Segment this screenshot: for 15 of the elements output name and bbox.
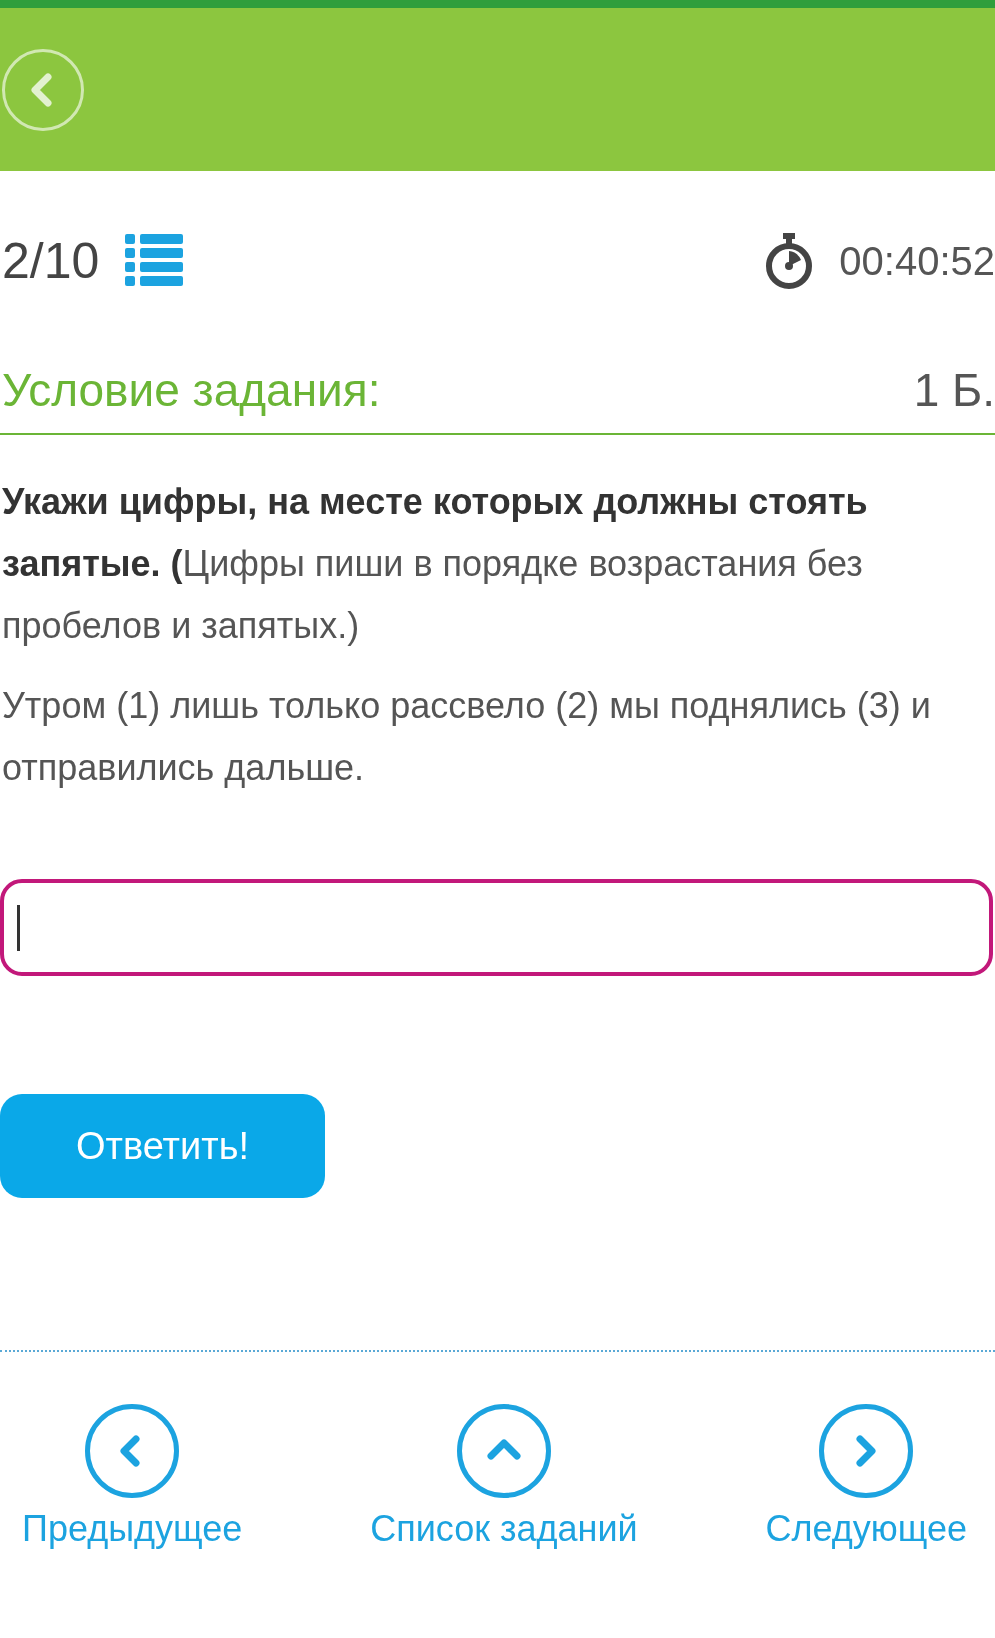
stopwatch-icon — [765, 233, 814, 289]
back-button[interactable] — [2, 48, 84, 131]
points-label: 1 Б. — [913, 363, 995, 417]
list-icon[interactable] — [125, 234, 184, 288]
answer-field[interactable] — [0, 879, 993, 976]
task-heading: Условие задания: — [2, 363, 381, 417]
task-sentence: Утром (1) лишь только рассвело (2) мы поднялись (3) и отправились дальше. — [2, 684, 932, 790]
nav-link[interactable]: Предыдущее — [22, 1508, 243, 1550]
text-cursor-icon — [17, 905, 20, 951]
submit-button[interactable]: Ответить! — [0, 1094, 325, 1198]
timer-text: 00:40:52 — [839, 238, 995, 284]
task-instruction: Укажи цифры, на месте которых должны стоять запятые. (Цифры пиши в порядке возрастания без пробелов и запятых.) — [2, 480, 869, 648]
nav-link[interactable]: Следующее — [765, 1508, 967, 1550]
question-counter: 2/10 — [2, 232, 100, 290]
nav-link[interactable]: Список заданий — [370, 1508, 638, 1550]
